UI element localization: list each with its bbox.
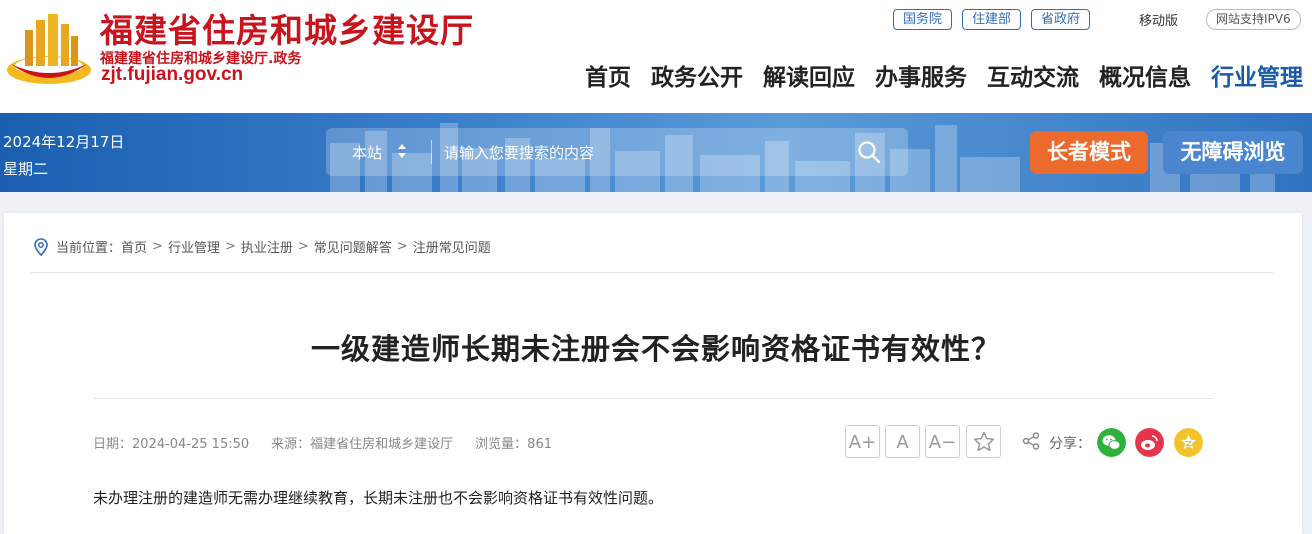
favorite-button[interactable]	[966, 425, 1001, 458]
search-input[interactable]	[442, 137, 826, 169]
nav-item-interaction[interactable]: 互动交流	[987, 58, 1079, 92]
main-nav: 首页 政务公开 解读回应 办事服务 互动交流 概况信息 行业管理	[585, 58, 1303, 92]
breadcrumb-separator: >	[224, 239, 236, 254]
breadcrumb: 当前位置： 首页 > 行业管理 > 执业注册 > 常见问题解答 > 注册常见问题	[34, 237, 491, 256]
search-icon[interactable]	[857, 140, 881, 164]
font-larger-button[interactable]: A+	[845, 425, 880, 458]
search-scope-select[interactable]: 本站	[352, 142, 382, 163]
location-pin-icon	[34, 237, 48, 256]
accessibility-button[interactable]: 无障碍浏览	[1163, 131, 1303, 174]
article-views: 浏览量：861	[475, 437, 552, 452]
breadcrumb-separator: >	[152, 239, 163, 254]
nav-item-overview[interactable]: 概况信息	[1099, 58, 1191, 92]
breadcrumb-faq[interactable]: 常见问题解答	[314, 237, 392, 256]
elder-mode-button[interactable]: 长者模式	[1030, 131, 1148, 174]
updown-arrow-icon[interactable]	[398, 142, 406, 160]
mobile-version-link[interactable]: 移动版	[1139, 10, 1178, 29]
font-normal-button[interactable]: A	[885, 425, 920, 458]
nav-item-industry-management[interactable]: 行业管理	[1211, 58, 1303, 92]
current-weekday: 星期二	[3, 160, 49, 178]
search-bar: 本站	[326, 128, 908, 176]
banner: 2024年12月17日 星期二 本站 长者模式 无障碍浏览	[0, 113, 1312, 192]
site-domain: zjt.fujian.gov.cn	[101, 64, 244, 85]
article-card	[4, 213, 1302, 534]
site-header: 福建省住房和城乡建设厅 福建建省住房和城乡建设厅.政务 zjt.fujian.g…	[0, 0, 1312, 113]
breadcrumb-industry-management[interactable]: 行业管理	[168, 237, 220, 256]
title-divider	[93, 398, 1213, 399]
logo-emblem-icon[interactable]	[5, 8, 93, 88]
nav-item-home[interactable]: 首页	[585, 58, 631, 92]
article-source: 来源：福建省住房和城乡建设厅	[271, 437, 454, 452]
top-link-shengzhengfu[interactable]: 省政府	[1031, 9, 1091, 30]
share-icon	[1022, 432, 1040, 450]
font-smaller-button[interactable]: A−	[925, 425, 960, 458]
article-body: 未办理注册的建造师无需办理继续教育，长期未注册也不会影响资格证书有效性问题。	[93, 489, 664, 507]
article-date: 日期：2024-04-25 15:50	[93, 437, 250, 452]
current-date: 2024年12月17日	[3, 133, 125, 151]
ipv6-badge: 网站支持IPV6	[1206, 9, 1301, 30]
star-icon	[973, 431, 994, 452]
search-divider	[431, 140, 432, 164]
site-title[interactable]: 福建省住房和城乡建设厅	[100, 4, 474, 52]
breadcrumb-separator: >	[396, 239, 408, 254]
qzone-star-icon[interactable]	[1174, 428, 1203, 457]
breadcrumb-separator: >	[297, 239, 309, 254]
top-link-guowuyuan[interactable]: 国务院	[893, 9, 953, 30]
weibo-icon[interactable]	[1135, 428, 1164, 457]
article-title: 一级建造师长期未注册会不会影响资格证书有效性？	[310, 332, 1001, 366]
breadcrumb-divider	[30, 272, 1273, 273]
breadcrumb-registration-faq[interactable]: 注册常见问题	[413, 237, 491, 256]
nav-item-government-affairs[interactable]: 政务公开	[651, 58, 743, 92]
breadcrumb-prefix: 当前位置：	[56, 241, 122, 256]
date-display: 2024年12月17日 星期二	[3, 129, 124, 183]
breadcrumb-registration[interactable]: 执业注册	[241, 237, 293, 256]
wechat-icon[interactable]	[1097, 428, 1126, 457]
top-links: 国务院 住建部 省政府	[893, 9, 1091, 30]
nav-item-interpretation[interactable]: 解读回应	[763, 58, 855, 92]
top-link-zhujianbu[interactable]: 住建部	[962, 9, 1022, 30]
nav-item-services[interactable]: 办事服务	[875, 58, 967, 92]
breadcrumb-home[interactable]: 首页	[121, 237, 147, 256]
share-label: 分享：	[1049, 436, 1091, 452]
article-meta: 日期：2024-04-25 15:50 来源：福建省住房和城乡建设厅 浏览量：8…	[93, 433, 552, 452]
